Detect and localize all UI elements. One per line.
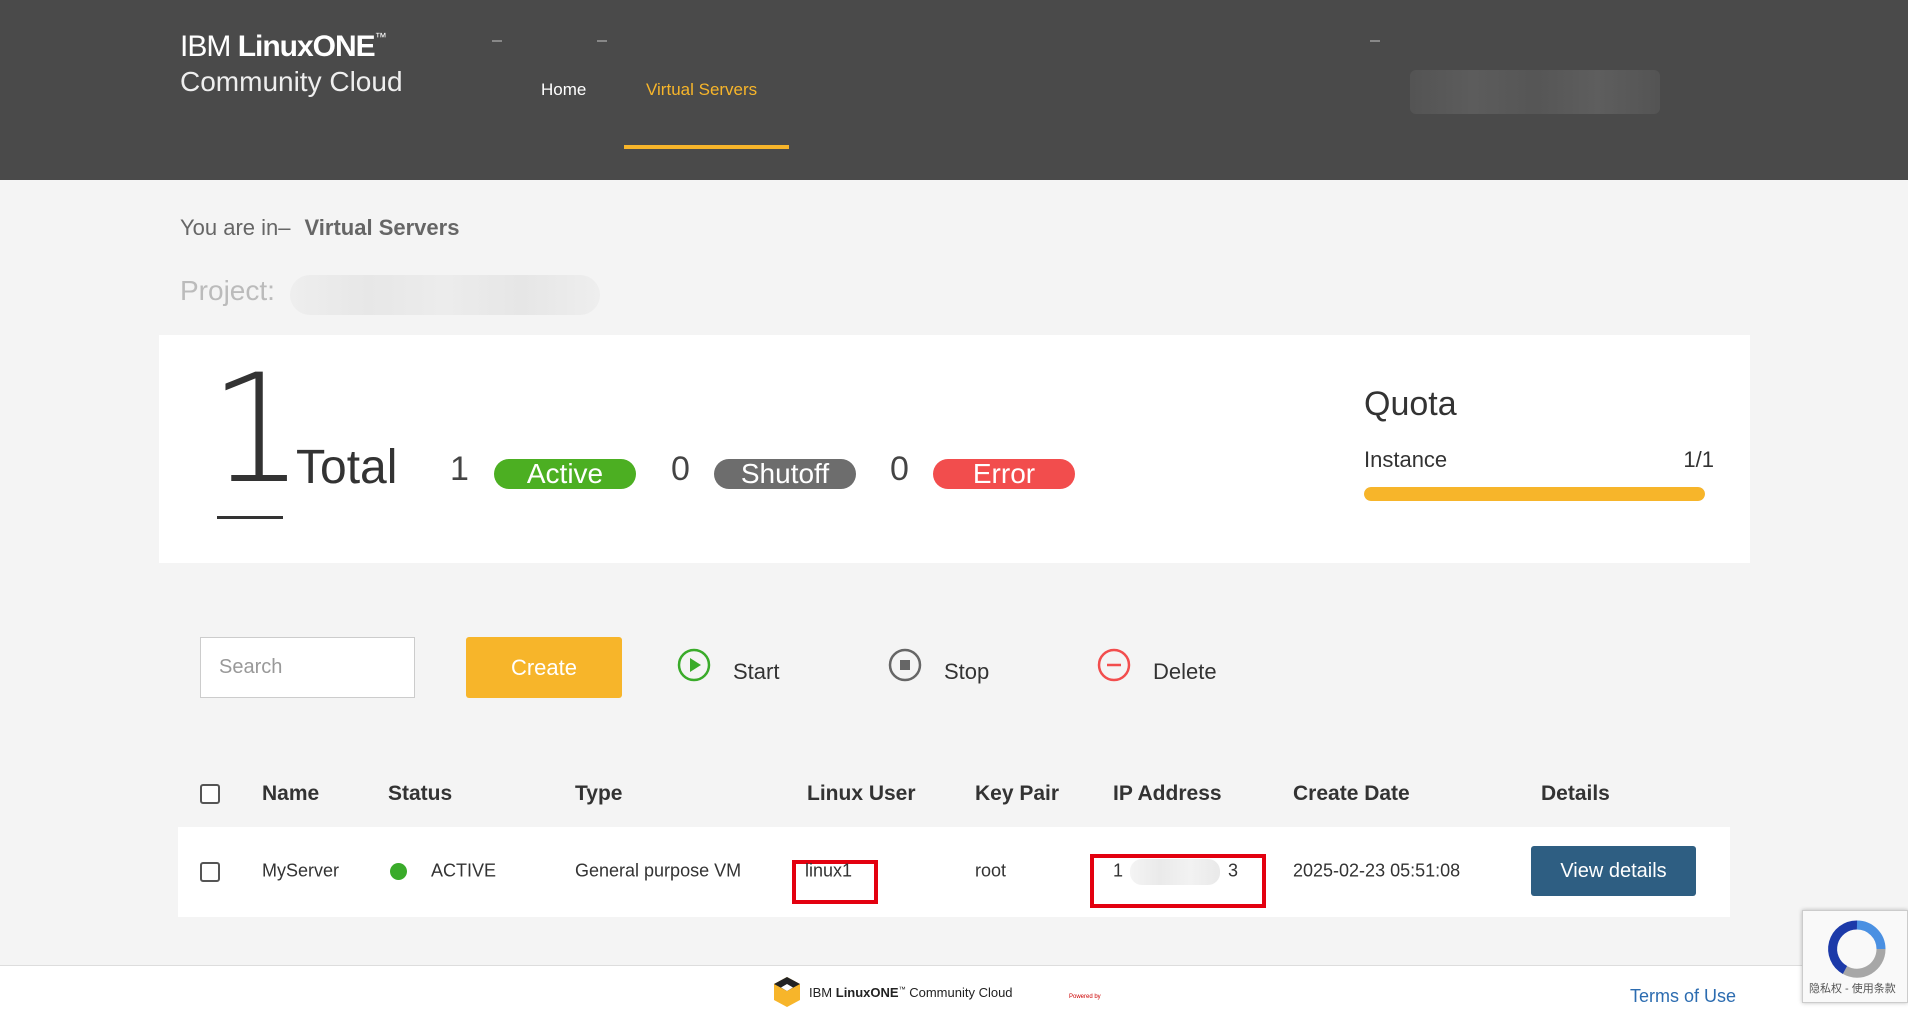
project-name-redacted bbox=[290, 275, 600, 315]
stop-circle-icon bbox=[888, 648, 922, 682]
nav-home[interactable]: Home bbox=[541, 80, 586, 100]
active-badge: Active bbox=[494, 459, 636, 489]
breadcrumb-current: Virtual Servers bbox=[304, 215, 460, 240]
total-label: Total bbox=[296, 441, 398, 494]
brand-title: IBM LinuxONE™ bbox=[180, 30, 403, 64]
quota-instance-label: Instance bbox=[1364, 447, 1448, 472]
start-label: Start bbox=[733, 659, 780, 684]
footer-brand-ibm: IBM bbox=[809, 984, 833, 1000]
delete-label: Delete bbox=[1153, 659, 1217, 684]
view-details-button[interactable]: View details bbox=[1531, 846, 1696, 896]
ip-address-redacted bbox=[1130, 859, 1220, 885]
nav-separator bbox=[597, 40, 607, 42]
footer-brand-tm: ™ bbox=[898, 986, 906, 994]
nav-separator bbox=[1370, 40, 1380, 42]
column-header-key-pair[interactable]: Key Pair bbox=[975, 782, 1059, 806]
delete-button[interactable]: Delete bbox=[1097, 640, 1217, 690]
table-row: MyServer ACTIVE General purpose VM linux… bbox=[178, 827, 1730, 917]
server-ip-start: 1 bbox=[1113, 860, 1124, 881]
user-menu-redacted[interactable] bbox=[1410, 70, 1660, 114]
column-header-details: Details bbox=[1541, 782, 1610, 805]
status-active-dot bbox=[390, 863, 407, 880]
error-badge: Error bbox=[933, 459, 1075, 489]
server-linux-user: linux1 bbox=[805, 860, 853, 881]
powered-by-badge: Powered by bbox=[1069, 994, 1101, 1000]
column-header-ip-address[interactable]: IP Address bbox=[1113, 782, 1222, 806]
search-input[interactable] bbox=[200, 637, 415, 698]
server-name[interactable]: MyServer bbox=[262, 861, 339, 882]
footer-brand-rest: Community Cloud bbox=[909, 984, 1013, 1000]
instance-summary-card: 1 Total 1 Active 0 Shutoff 0 Error Quota… bbox=[159, 335, 1750, 563]
shutoff-badge: Shutoff bbox=[714, 459, 856, 489]
top-navigation-bar: IBM LinuxONE™ Community Cloud Home Virtu… bbox=[0, 0, 1908, 180]
stop-button[interactable]: Stop bbox=[888, 640, 989, 690]
row-checkbox[interactable] bbox=[200, 862, 220, 882]
active-count: 1 bbox=[450, 450, 469, 488]
breadcrumb: You are in– Virtual Servers bbox=[180, 215, 459, 241]
quota-title: Quota bbox=[1364, 385, 1457, 423]
brand-subtitle: Community Cloud bbox=[180, 66, 403, 97]
brand-tm: ™ bbox=[374, 30, 387, 44]
nav-active-indicator bbox=[624, 145, 789, 149]
server-key-pair: root bbox=[975, 860, 1007, 881]
total-count: 1 bbox=[209, 343, 305, 519]
nav-separator bbox=[492, 40, 502, 42]
footer: IBM LinuxONE™ Community Cloud Powered by… bbox=[0, 965, 1908, 1023]
brand-logo[interactable]: IBM LinuxONE™ Community Cloud bbox=[180, 30, 403, 98]
select-all-checkbox[interactable] bbox=[200, 784, 220, 804]
terms-of-use-link[interactable]: Terms of Use bbox=[1630, 986, 1736, 1007]
minus-circle-icon bbox=[1097, 648, 1131, 682]
stop-label: Stop bbox=[944, 659, 990, 684]
brand-ibm: IBM bbox=[180, 30, 231, 63]
server-create-date: 2025-02-23 05:51:08 bbox=[1293, 860, 1461, 881]
quota-progress-fill bbox=[1364, 487, 1705, 501]
column-header-name[interactable]: Name bbox=[262, 782, 319, 806]
table-header: Name Status Type Linux User Key Pair IP … bbox=[178, 775, 1730, 815]
recaptcha-badge[interactable]: 隐私权 - 使用条款 bbox=[1802, 910, 1908, 1003]
nav-virtual-servers[interactable]: Virtual Servers bbox=[646, 80, 757, 100]
quota-instance-value: 1/1 bbox=[1683, 447, 1714, 472]
create-button[interactable]: Create bbox=[466, 637, 622, 698]
column-header-create-date[interactable]: Create Date bbox=[1293, 782, 1410, 806]
recaptcha-links[interactable]: 隐私权 - 使用条款 bbox=[1809, 980, 1896, 996]
linuxone-cube-icon bbox=[774, 977, 800, 1007]
project-label: Project: bbox=[180, 275, 275, 306]
column-header-linux-user[interactable]: Linux User bbox=[807, 782, 916, 806]
shutoff-count: 0 bbox=[671, 450, 690, 488]
footer-logo: IBM LinuxONE™ Community Cloud bbox=[773, 976, 1013, 1008]
start-button[interactable]: Start bbox=[677, 640, 779, 690]
breadcrumb-prefix: You are in– bbox=[180, 215, 291, 240]
footer-brand-product: LinuxONE bbox=[835, 984, 899, 1000]
footer-brand: IBM LinuxONE™ Community Cloud bbox=[809, 985, 1013, 1000]
quota-progress-bar bbox=[1364, 487, 1705, 501]
server-type: General purpose VM bbox=[575, 860, 742, 881]
play-circle-icon bbox=[677, 648, 711, 682]
recaptcha-icon bbox=[1828, 920, 1886, 978]
column-header-type[interactable]: Type bbox=[575, 782, 622, 806]
column-header-status[interactable]: Status bbox=[388, 782, 452, 806]
brand-product: LinuxONE bbox=[237, 30, 376, 63]
server-status: ACTIVE bbox=[431, 860, 497, 881]
server-ip-end: 3 bbox=[1228, 860, 1239, 881]
error-count: 0 bbox=[890, 450, 909, 488]
